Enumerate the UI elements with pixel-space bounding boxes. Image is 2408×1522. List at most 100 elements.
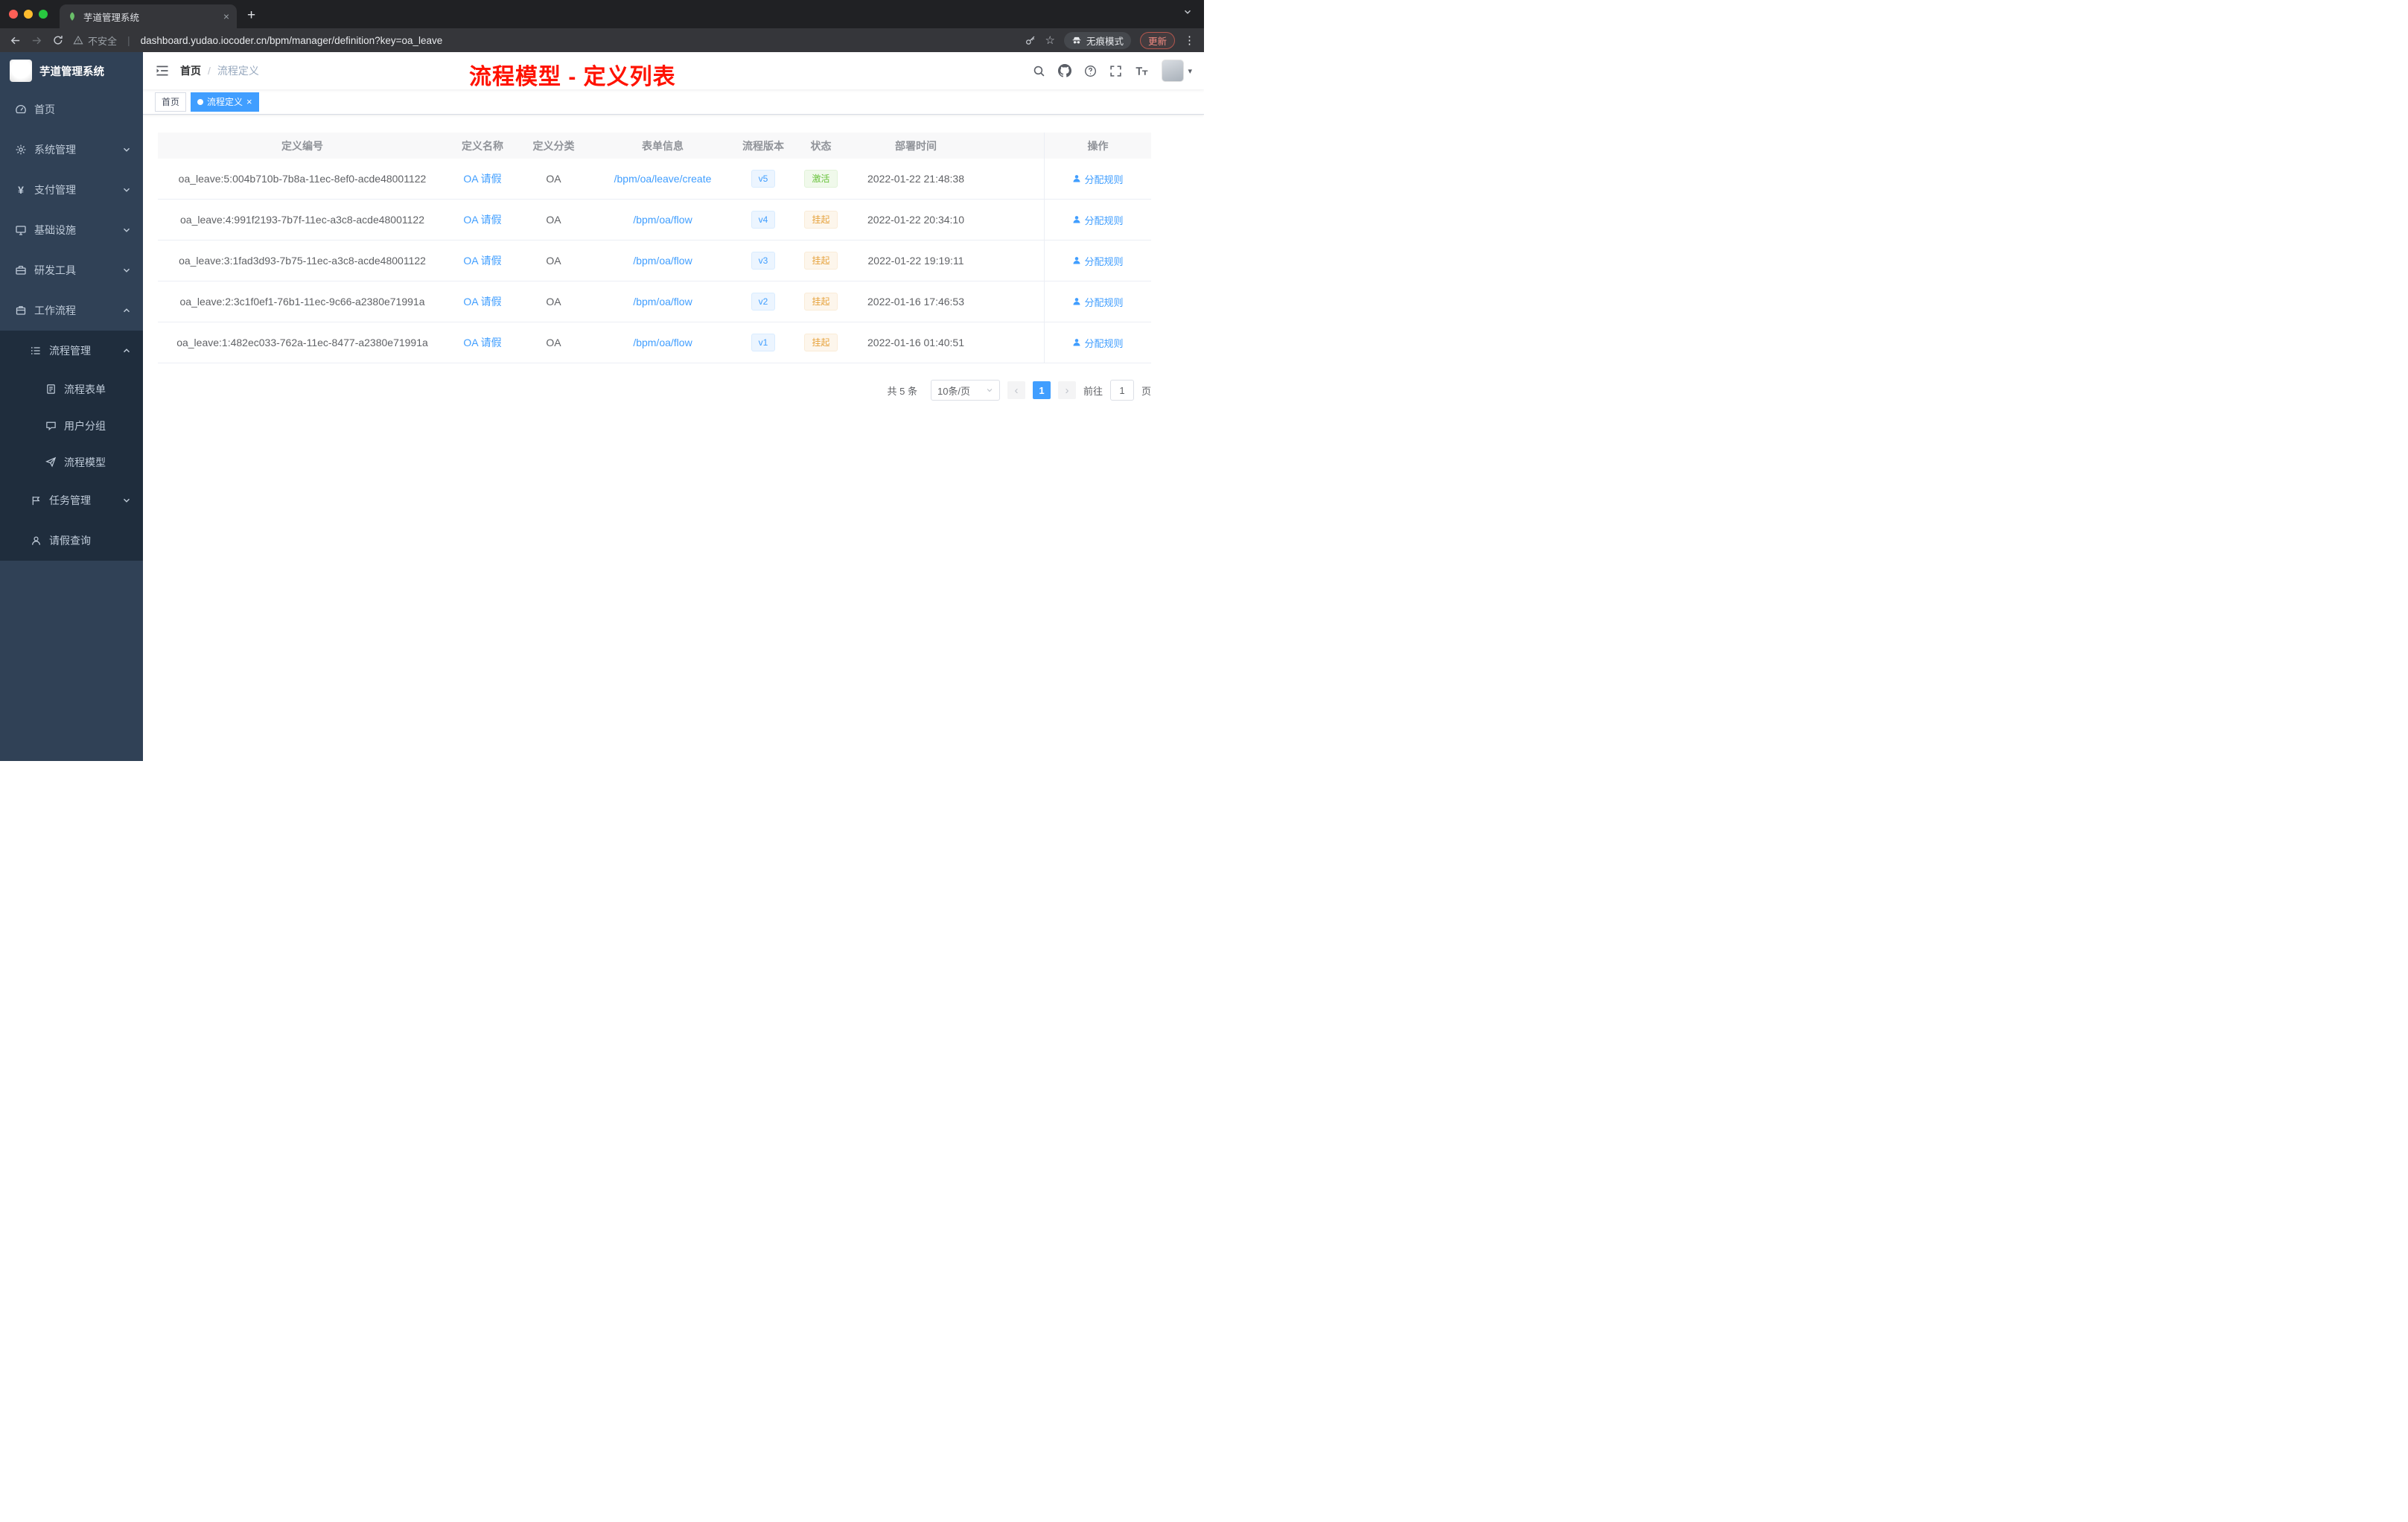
update-chip[interactable]: 更新 bbox=[1139, 31, 1175, 49]
user-avatar[interactable]: ▾ bbox=[1162, 60, 1192, 82]
page-unit-label: 页 bbox=[1141, 385, 1151, 397]
assign-rule-link[interactable]: 分配规则 bbox=[1072, 213, 1124, 227]
current-page-button[interactable]: 1 bbox=[1032, 381, 1051, 399]
url-field[interactable]: dashboard.yudao.iocoder.cn/bpm/manager/d… bbox=[141, 35, 1016, 46]
sidebar-item-infra[interactable]: 基础设施 bbox=[0, 210, 143, 250]
form-info-link[interactable]: /bpm/oa/leave/create bbox=[614, 173, 712, 185]
sidebar-item-home[interactable]: 首页 bbox=[0, 89, 143, 130]
goto-page-input[interactable] bbox=[1109, 380, 1134, 401]
definition-name-link[interactable]: OA 请假 bbox=[463, 294, 501, 309]
sidebar-item-process-form[interactable]: 流程表单 bbox=[0, 371, 143, 407]
chevron-down-icon bbox=[986, 386, 993, 394]
definition-name-link[interactable]: OA 请假 bbox=[463, 253, 501, 268]
github-icon[interactable] bbox=[1058, 64, 1072, 77]
sidebar-item-pay[interactable]: ¥ 支付管理 bbox=[0, 170, 143, 210]
maximize-window-button[interactable] bbox=[39, 10, 48, 19]
forward-icon[interactable] bbox=[31, 34, 43, 47]
pagination-total: 共 5 条 bbox=[887, 385, 917, 397]
favicon-leaf-icon bbox=[67, 11, 77, 22]
sidebar-item-system[interactable]: 系统管理 bbox=[0, 130, 143, 170]
sidebar-item-dev[interactable]: 研发工具 bbox=[0, 250, 143, 290]
sidebar-item-task-mgmt[interactable]: 任务管理 bbox=[0, 480, 143, 520]
definition-id: oa_leave:1:482ec033-762a-11ec-8477-a2380… bbox=[176, 337, 428, 348]
sidebar-item-label: 用户分组 bbox=[64, 419, 106, 432]
sidebar-item-label: 基础设施 bbox=[34, 224, 76, 236]
sidebar-item-leave-query[interactable]: 请假查询 bbox=[0, 520, 143, 561]
sidebar-item-label: 首页 bbox=[34, 104, 55, 115]
search-icon[interactable] bbox=[1033, 65, 1045, 77]
sidebar-item-workflow[interactable]: 工作流程 bbox=[0, 290, 143, 331]
assign-rule-link[interactable]: 分配规则 bbox=[1072, 254, 1124, 268]
sidebar-item-process-model[interactable]: 流程模型 bbox=[0, 444, 143, 480]
definition-name-link[interactable]: OA 请假 bbox=[463, 212, 501, 227]
bookmark-star-icon[interactable]: ☆ bbox=[1045, 34, 1055, 47]
deploy-time: 2022-01-16 01:40:51 bbox=[867, 337, 964, 348]
form-info-link[interactable]: /bpm/oa/flow bbox=[633, 255, 692, 267]
chevron-up-icon bbox=[122, 346, 131, 355]
form-info-link[interactable]: /bpm/oa/flow bbox=[633, 296, 692, 308]
logo-title: 芋道管理系统 bbox=[39, 66, 104, 78]
sidebar-logo[interactable]: 芋道管理系统 bbox=[0, 52, 143, 89]
annotation-overlay-text: 流程模型 - 定义列表 bbox=[469, 65, 676, 89]
breadcrumb-home[interactable]: 首页 bbox=[180, 63, 201, 78]
definition-name-link[interactable]: OA 请假 bbox=[463, 171, 501, 186]
briefcase-icon bbox=[15, 305, 27, 316]
person-icon bbox=[1073, 257, 1080, 264]
column-header: 状态 bbox=[810, 139, 832, 152]
navbar: 首页 / 流程定义 流程模型 - 定义列表 ▾ bbox=[143, 52, 1204, 89]
font-size-icon[interactable] bbox=[1135, 65, 1149, 77]
form-info-link[interactable]: /bpm/oa/flow bbox=[633, 337, 692, 348]
tag-current[interactable]: 流程定义 × bbox=[191, 92, 259, 112]
gear-icon bbox=[15, 144, 27, 156]
sidebar-item-label: 支付管理 bbox=[34, 184, 76, 196]
column-header: 定义编号 bbox=[281, 139, 323, 152]
sidebar-item-process-mgmt[interactable]: 流程管理 bbox=[0, 331, 143, 371]
breadcrumb-separator: / bbox=[208, 65, 211, 77]
sidebar-item-label: 系统管理 bbox=[34, 144, 76, 156]
tab-close-icon[interactable]: × bbox=[223, 11, 229, 22]
minimize-window-button[interactable] bbox=[24, 10, 33, 19]
column-header: 部署时间 bbox=[895, 139, 937, 152]
tags-view: 首页 流程定义 × bbox=[143, 89, 1204, 115]
workflow-submenu: 流程管理 流程表单 用户分组 流程模型 任务管理 请假查询 bbox=[0, 331, 143, 561]
update-label: 更新 bbox=[1147, 36, 1167, 47]
reload-icon[interactable] bbox=[52, 34, 64, 46]
status-badge: 挂起 bbox=[804, 293, 838, 311]
warning-triangle-icon bbox=[73, 35, 83, 45]
help-icon[interactable] bbox=[1084, 65, 1097, 77]
form-info-link[interactable]: /bpm/oa/flow bbox=[633, 214, 692, 226]
close-window-button[interactable] bbox=[9, 10, 18, 19]
sidebar-fold-icon[interactable] bbox=[155, 63, 170, 78]
tag-home[interactable]: 首页 bbox=[155, 92, 187, 112]
assign-rule-link[interactable]: 分配规则 bbox=[1072, 295, 1124, 309]
tag-close-icon[interactable]: × bbox=[246, 97, 252, 106]
breadcrumb-current: 流程定义 bbox=[217, 65, 259, 77]
tag-label: 首页 bbox=[162, 97, 180, 107]
assign-rule-link[interactable]: 分配规则 bbox=[1072, 336, 1124, 350]
sidebar-item-user-group[interactable]: 用户分组 bbox=[0, 407, 143, 444]
browser-window: 芋道管理系统 × + 不安全 | dashboard.yudao.iocoder… bbox=[0, 0, 1204, 761]
assign-rule-link[interactable]: 分配规则 bbox=[1072, 172, 1124, 186]
fullscreen-icon[interactable] bbox=[1109, 65, 1122, 77]
tab-search-chevron-icon[interactable] bbox=[1183, 7, 1192, 16]
table-row: oa_leave:5:004b710b-7b8a-11ec-8ef0-acde4… bbox=[158, 159, 1151, 200]
pagination: 共 5 条 10条/页 ‹ 1 › 前往 页 bbox=[158, 380, 1151, 401]
monitor-icon bbox=[15, 224, 27, 236]
new-tab-button[interactable]: + bbox=[247, 7, 255, 24]
column-header: 操作 bbox=[1044, 133, 1151, 159]
key-icon[interactable] bbox=[1025, 34, 1036, 46]
status-badge: 挂起 bbox=[804, 334, 838, 351]
table-row: oa_leave:3:1fad3d93-7b75-11ec-a3c8-acde4… bbox=[158, 241, 1151, 281]
browser-menu-dots-icon[interactable]: ⋮ bbox=[1184, 34, 1195, 47]
next-page-button[interactable]: › bbox=[1057, 381, 1076, 399]
page-size-select[interactable]: 10条/页 bbox=[930, 380, 1000, 401]
back-icon[interactable] bbox=[9, 34, 22, 47]
prev-page-button[interactable]: ‹ bbox=[1007, 381, 1025, 399]
definition-name-link[interactable]: OA 请假 bbox=[463, 335, 501, 350]
security-status[interactable]: 不安全 bbox=[73, 34, 117, 48]
page-content: 定义编号 定义名称 定义分类 表单信息 流程版本 状态 部署时间 操作 oa_l… bbox=[143, 115, 1204, 761]
active-tag-dot bbox=[197, 98, 204, 105]
table-row: oa_leave:4:991f2193-7b7f-11ec-a3c8-acde4… bbox=[158, 200, 1151, 241]
browser-tab[interactable]: 芋道管理系统 × bbox=[60, 4, 237, 28]
version-tag: v5 bbox=[751, 170, 776, 188]
